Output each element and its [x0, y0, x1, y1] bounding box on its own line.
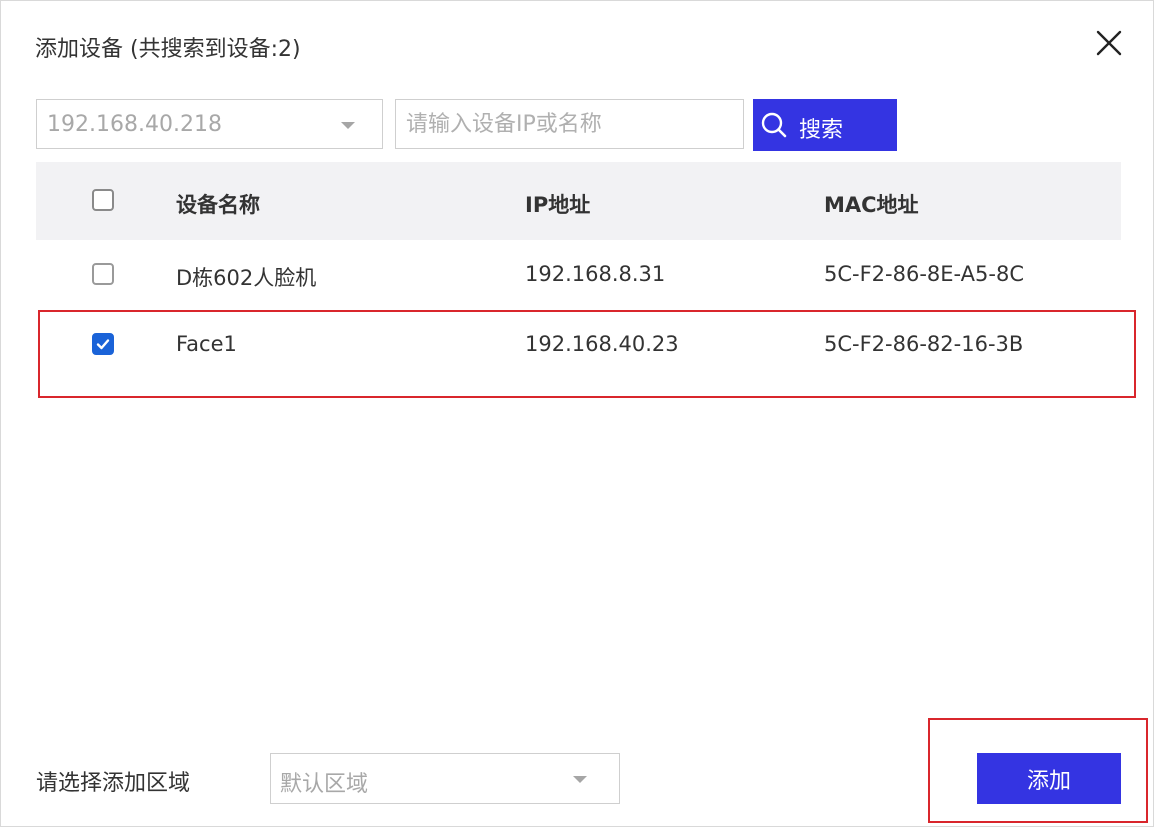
chevron-down-icon: [341, 122, 355, 129]
column-header-name: 设备名称: [176, 193, 260, 217]
add-button[interactable]: 添加: [977, 753, 1121, 804]
device-table: 设备名称 IP地址 MAC地址 D栋602人脸机 192.168.8.31 5C…: [36, 162, 1121, 380]
close-button[interactable]: [1093, 27, 1125, 59]
ip-segment-select[interactable]: 192.168.40.218: [36, 99, 383, 149]
area-select[interactable]: 默认区域: [270, 753, 620, 804]
table-row[interactable]: Face1 192.168.40.23 5C-F2-86-82-16-3B: [36, 310, 1121, 380]
table-row[interactable]: D栋602人脸机 192.168.8.31 5C-F2-86-8E-A5-8C: [36, 240, 1121, 310]
row-checkbox[interactable]: [92, 333, 114, 355]
search-button-label: 搜索: [799, 117, 844, 142]
select-all-checkbox[interactable]: [92, 189, 114, 211]
search-icon: [761, 112, 787, 138]
device-name-cell: Face1: [176, 332, 237, 356]
device-mac-cell: 5C-F2-86-82-16-3B: [824, 332, 1024, 356]
search-button[interactable]: 搜索: [753, 99, 897, 151]
dialog-title: 添加设备 (共搜索到设备:2): [35, 37, 301, 62]
column-header-mac: MAC地址: [824, 193, 919, 217]
close-icon: [1096, 30, 1122, 56]
column-header-ip: IP地址: [525, 193, 591, 217]
device-mac-cell: 5C-F2-86-8E-A5-8C: [824, 262, 1024, 286]
add-device-dialog: 添加设备 (共搜索到设备:2) 192.168.40.218 搜索 设备名称 I…: [0, 0, 1154, 827]
check-icon: [96, 339, 110, 350]
table-header: 设备名称 IP地址 MAC地址: [36, 162, 1121, 240]
chevron-down-icon: [573, 776, 587, 783]
row-checkbox[interactable]: [92, 263, 114, 285]
device-ip-cell: 192.168.40.23: [525, 332, 679, 356]
area-label: 请选择添加区域: [36, 771, 191, 796]
device-ip-cell: 192.168.8.31: [525, 262, 666, 286]
device-name-cell: D栋602人脸机: [176, 266, 317, 290]
area-select-value: 默认区域: [280, 772, 369, 797]
search-input[interactable]: [395, 99, 744, 149]
ip-segment-value: 192.168.40.218: [47, 112, 222, 137]
